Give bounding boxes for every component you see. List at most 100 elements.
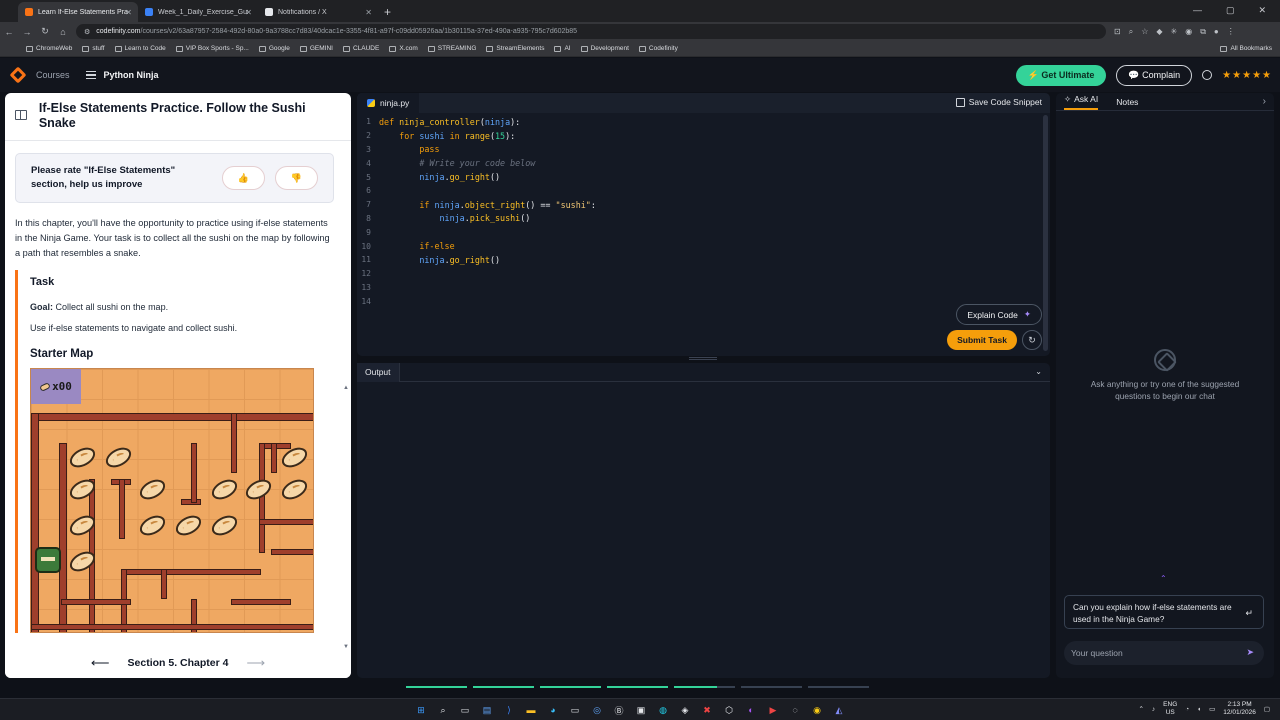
all-bookmarks-button[interactable]: All Bookmarks bbox=[1220, 45, 1272, 52]
output-tab[interactable]: Output bbox=[357, 362, 400, 382]
code-line[interactable]: 3 pass bbox=[357, 143, 1037, 157]
network-icon[interactable]: ◔ bbox=[1185, 706, 1189, 713]
bookmark-item[interactable]: VIP Box Sports - Sp... bbox=[175, 45, 249, 52]
bookmark-item[interactable]: Development bbox=[580, 45, 629, 52]
windows-start-icon[interactable]: ⊞ bbox=[413, 702, 429, 718]
send-icon[interactable]: ➤ bbox=[1246, 647, 1254, 658]
terminal-icon[interactable]: ▭ bbox=[567, 702, 583, 718]
app-icon[interactable]: ◌ bbox=[787, 702, 803, 718]
browser-tab[interactable]: Notifications / X ✕ bbox=[258, 2, 378, 22]
lesson-scrollbar[interactable]: ▲ ▼ bbox=[343, 385, 349, 650]
thumbs-up-button[interactable]: 👍 bbox=[222, 166, 265, 190]
suggested-question[interactable]: Can you explain how if-else statements a… bbox=[1064, 595, 1264, 629]
app-icon[interactable]: ◐ bbox=[743, 702, 759, 718]
edge-icon[interactable]: ◍ bbox=[655, 702, 671, 718]
bookmark-star-icon[interactable]: ☆ bbox=[1141, 27, 1148, 37]
save-code-snippet-button[interactable]: Save Code Snippet bbox=[955, 97, 1042, 107]
menu-icon[interactable]: ⋮ bbox=[1227, 27, 1235, 37]
app-icon[interactable]: ⬡ bbox=[721, 702, 737, 718]
maximize-button[interactable]: ▢ bbox=[1226, 5, 1235, 16]
code-line[interactable]: 12 bbox=[357, 267, 1037, 281]
site-info-icon[interactable]: ⚙ bbox=[84, 28, 90, 36]
codefinity-logo-icon[interactable] bbox=[9, 66, 27, 84]
app-icon[interactable]: Ⓑ bbox=[611, 702, 627, 718]
scroll-up-icon[interactable]: ▲ bbox=[343, 385, 349, 391]
reset-code-icon[interactable]: ↻ bbox=[1022, 330, 1042, 350]
code-line[interactable]: 6 bbox=[357, 184, 1037, 198]
language-indicator[interactable]: ENG US bbox=[1163, 701, 1177, 717]
app-icon[interactable]: ▣ bbox=[633, 702, 649, 718]
close-tab-icon[interactable]: ✕ bbox=[245, 8, 252, 17]
code-line[interactable]: 10 if-else bbox=[357, 239, 1037, 253]
notifications-icon[interactable]: ▢ bbox=[1264, 705, 1270, 713]
bookmark-item[interactable]: Learn to Code bbox=[114, 45, 166, 52]
widgets-icon[interactable]: ▤ bbox=[479, 702, 495, 718]
app-icon[interactable]: ✖ bbox=[699, 702, 715, 718]
profile-icon[interactable]: ● bbox=[1214, 27, 1219, 37]
language-globe-icon[interactable] bbox=[1202, 70, 1213, 80]
back-icon[interactable]: ← bbox=[0, 27, 18, 37]
url-field[interactable]: ⚙ codefinity.com/courses/v2/63a87957-258… bbox=[76, 24, 1106, 39]
bookmark-item[interactable]: StreamElements bbox=[486, 45, 544, 52]
bookmark-item[interactable]: Google bbox=[258, 45, 290, 52]
browser-tab[interactable]: Learn If-Else Statements Practic✕ bbox=[18, 2, 138, 22]
chevron-down-icon[interactable]: ⌄ bbox=[1035, 367, 1042, 376]
install-icon[interactable]: ⊡ bbox=[1114, 27, 1121, 37]
submit-task-button[interactable]: Submit Task bbox=[947, 330, 1017, 350]
bookmark-item[interactable]: CLAUDE bbox=[342, 45, 379, 52]
search-icon[interactable]: ⌕ bbox=[435, 702, 451, 718]
code-line[interactable]: 13 bbox=[357, 281, 1037, 295]
previous-chapter-arrow-icon[interactable]: ⟵ bbox=[91, 655, 110, 671]
close-window-button[interactable]: ✕ bbox=[1258, 5, 1266, 16]
question-field[interactable]: ➤ bbox=[1064, 641, 1264, 665]
panel-resize-handle[interactable] bbox=[689, 357, 717, 360]
vscode-icon[interactable]: ⟩ bbox=[501, 702, 517, 718]
bookmark-item[interactable]: AI bbox=[554, 45, 571, 52]
app-icon[interactable]: ◕ bbox=[545, 702, 561, 718]
code-line[interactable]: 7 if ninja.object_right() == "sushi": bbox=[357, 198, 1037, 212]
new-tab-button[interactable]: + bbox=[378, 5, 397, 22]
minimize-button[interactable]: — bbox=[1193, 5, 1202, 16]
discord-icon[interactable]: ◭ bbox=[831, 702, 847, 718]
editor-scrollbar[interactable] bbox=[1043, 115, 1048, 351]
question-input[interactable] bbox=[1071, 648, 1236, 658]
extension-icon[interactable]: ◆ bbox=[1156, 27, 1162, 37]
home-icon[interactable]: ⌂ bbox=[54, 27, 72, 37]
battery-icon[interactable]: ▭ bbox=[1209, 705, 1215, 713]
chevron-up-icon[interactable]: ⌃ bbox=[1160, 574, 1167, 583]
tray-chevron-icon[interactable]: ⌃ bbox=[1138, 705, 1143, 713]
close-tab-icon[interactable]: ✕ bbox=[365, 8, 372, 17]
bookmark-item[interactable]: ChromeWeb bbox=[26, 45, 72, 52]
close-tab-icon[interactable]: ✕ bbox=[125, 8, 132, 17]
rating-stars[interactable]: ★★★★★ bbox=[1222, 70, 1272, 81]
zoom-icon[interactable]: ⌕ bbox=[1129, 27, 1133, 37]
bookmark-item[interactable]: GEMINI bbox=[299, 45, 333, 52]
task-view-icon[interactable]: ▭ bbox=[457, 702, 473, 718]
book-icon[interactable] bbox=[15, 110, 27, 120]
thumbs-down-button[interactable]: 👎 bbox=[275, 166, 318, 190]
tab-notes[interactable]: Notes bbox=[1116, 97, 1138, 107]
collapse-panel-icon[interactable]: › bbox=[1263, 96, 1266, 107]
code-line[interactable]: 9 bbox=[357, 225, 1037, 239]
courses-link[interactable]: Courses bbox=[36, 70, 70, 80]
bookmark-item[interactable]: Codefinity bbox=[638, 45, 678, 52]
file-tab-ninja-py[interactable]: ninja.py bbox=[357, 93, 420, 113]
volume-icon[interactable]: ◖ bbox=[1197, 706, 1201, 713]
code-line[interactable]: 8 ninja.pick_sushi() bbox=[357, 212, 1037, 226]
bookmark-item[interactable]: stuff bbox=[82, 45, 105, 52]
forward-icon[interactable]: → bbox=[18, 27, 36, 37]
extension-icon[interactable]: ✳ bbox=[1171, 27, 1178, 37]
code-line[interactable]: 4 # Write your code below bbox=[357, 156, 1037, 170]
menu-icon[interactable] bbox=[85, 70, 96, 80]
microphone-icon[interactable]: ♪ bbox=[1152, 706, 1155, 713]
file-explorer-icon[interactable]: ▬ bbox=[523, 702, 539, 718]
clock[interactable]: 2:13 PM 12/01/2026 bbox=[1223, 701, 1256, 717]
browser-tab[interactable]: Week_1_Daily_Exercise_Guide.d✕ bbox=[138, 2, 258, 22]
chrome-icon[interactable]: ◉ bbox=[809, 702, 825, 718]
code-area[interactable]: 1 def ninja_controller(ninja): 2 for sushi… bbox=[357, 115, 1037, 308]
app-icon[interactable]: ▶ bbox=[765, 702, 781, 718]
code-line[interactable]: 14 bbox=[357, 294, 1037, 308]
code-line[interactable]: 5 ninja.go_right() bbox=[357, 170, 1037, 184]
extension-icon[interactable]: ◉ bbox=[1185, 27, 1192, 37]
complain-button[interactable]: 💬 Complain bbox=[1116, 64, 1193, 86]
